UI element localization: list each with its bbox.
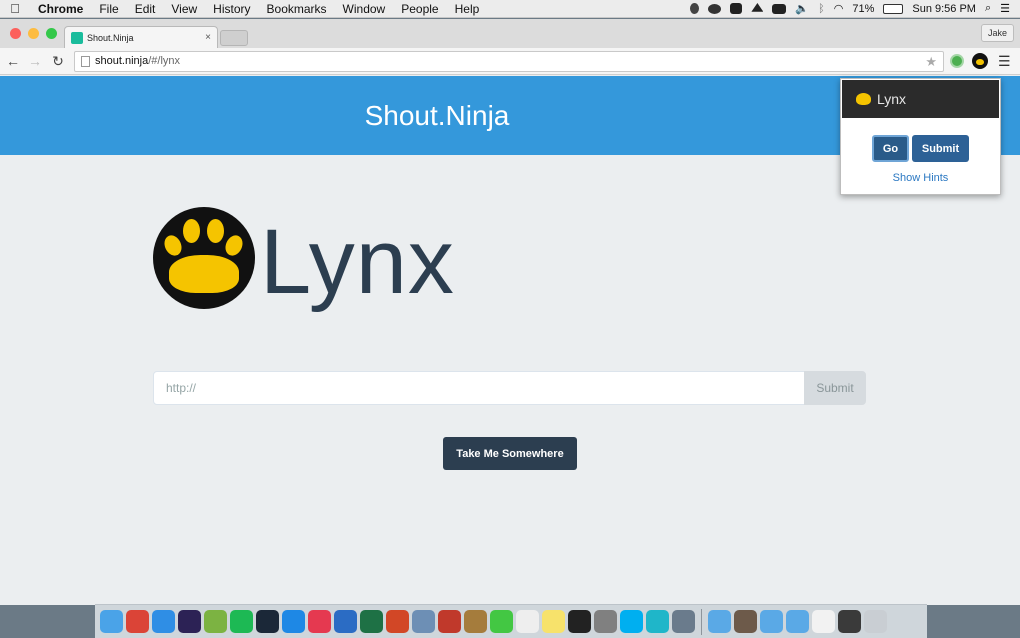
eye-icon[interactable] [708,3,722,14]
menu-bookmarks[interactable]: Bookmarks [259,2,335,16]
menu-people[interactable]: People [393,2,446,16]
apple-icon[interactable]:  [0,1,30,16]
browser-toolbar: ← → ↻ shout.ninja/#/lynx ★ ☰ [0,48,1020,75]
bluetooth-icon[interactable]: ᛒ [818,3,825,15]
eclipse-icon[interactable] [178,610,201,633]
clock[interactable]: Sun 9:56 PM [912,3,976,15]
messages-icon[interactable] [490,610,513,633]
system-preferences-icon[interactable] [594,610,617,633]
wifi-icon[interactable]: ◠ [834,2,844,15]
url-input[interactable] [153,371,805,405]
popup-go-button[interactable]: Go [872,135,909,162]
downloads-folder-icon[interactable] [734,610,757,633]
app-store-icon[interactable] [282,610,305,633]
menu-window[interactable]: Window [335,2,394,16]
folder-icon[interactable] [708,610,731,633]
url-path: /#/lynx [148,55,181,67]
android-studio-icon[interactable] [204,610,227,633]
drive-icon[interactable] [751,3,764,12]
spotify-icon[interactable] [230,610,253,633]
lynx-popup: Lynx Go Submit Show Hints [840,78,1001,195]
terminal-icon[interactable] [568,610,591,633]
tab-title: Shout.Ninja [87,32,134,43]
documents-folder-icon[interactable] [760,610,783,633]
powerpoint-icon[interactable] [386,610,409,633]
chrome-icon[interactable] [126,610,149,633]
new-tab-button[interactable] [220,30,248,46]
paw-icon [856,93,871,105]
webstorm-icon[interactable] [646,610,669,633]
notes-icon[interactable] [542,610,565,633]
list-icon[interactable]: ☰ [1000,2,1010,15]
volume-icon[interactable]: 🔈 [795,2,809,15]
url-host: shout.ninja [95,55,149,67]
display-stack-icon[interactable] [838,610,861,633]
spotlight-icon[interactable]: ⌕ [985,2,991,15]
photo-booth-icon[interactable] [438,610,461,633]
reload-icon[interactable]: ↻ [49,52,67,70]
extension-green-icon[interactable] [950,54,964,68]
safari-icon[interactable] [152,610,175,633]
trash-icon[interactable] [864,610,887,633]
finder-icon[interactable] [100,610,123,633]
page-icon [81,56,90,67]
favicon-icon [71,31,83,44]
tab-shout-ninja[interactable]: Shout.Ninja × [64,26,218,48]
word-icon[interactable] [334,610,357,633]
profile-button[interactable]: Jake [980,24,1014,42]
show-hints-link[interactable]: Show Hints [841,172,1000,184]
take-me-somewhere-button[interactable]: Take Me Somewhere [443,437,577,470]
itunes-icon[interactable] [308,610,331,633]
lynx-extension-icon[interactable] [972,53,988,69]
skype-icon[interactable] [620,610,643,633]
menu-file[interactable]: File [91,2,126,16]
dock [95,604,927,638]
menu-bar:  Chrome File Edit View History Bookmark… [0,0,1020,18]
notebook-icon[interactable] [464,610,487,633]
dropbox-icon[interactable] [730,3,743,14]
menu-view[interactable]: View [163,2,205,16]
url-submit-button[interactable]: Submit [804,371,866,405]
menu-app-name[interactable]: Chrome [30,2,91,16]
bell-icon[interactable] [690,3,700,14]
menu-help[interactable]: Help [447,2,488,16]
site-brand[interactable]: Shout.Ninja [0,76,874,155]
forward-icon[interactable]: → [26,52,44,70]
popup-header: Lynx [842,80,999,118]
menu-history[interactable]: History [205,2,258,16]
excel-icon[interactable] [360,610,383,633]
battery-percent: 71% [852,2,875,15]
menu-extras: 🔈 ᛒ ◠ 71% Sun 9:56 PM ⌕ ☰ [690,2,1020,15]
minimize-window-button[interactable] [28,28,39,39]
zoom-window-button[interactable] [46,28,57,39]
dock-separator [701,608,702,635]
screenshot-icon[interactable] [672,610,695,633]
display-icon[interactable] [772,3,787,14]
tab-close-icon[interactable]: × [205,32,211,43]
close-window-button[interactable] [10,28,21,39]
preview-icon[interactable] [412,610,435,633]
address-bar[interactable]: shout.ninja/#/lynx ★ [74,51,944,72]
textedit-icon[interactable] [516,610,539,633]
steam-icon[interactable] [256,610,279,633]
applications-folder-icon[interactable] [786,610,809,633]
lynx-wordmark: Lynx [260,211,455,313]
lynx-paw-logo [153,207,255,309]
popup-submit-button[interactable]: Submit [912,135,969,162]
menu-edit[interactable]: Edit [127,2,164,16]
back-icon[interactable]: ← [4,52,22,70]
window-controls [10,28,57,39]
chrome-menu-icon[interactable]: ☰ [998,53,1011,70]
popup-title: Lynx [877,91,907,107]
bookmark-star-icon[interactable]: ★ [925,52,937,71]
browser-window: Shout.Ninja × Jake ← → ↻ shout.ninja/#/l… [0,19,1020,605]
tab-strip: Shout.Ninja × Jake [0,19,1020,48]
file-icon[interactable] [812,610,835,633]
battery-icon[interactable] [883,3,904,14]
